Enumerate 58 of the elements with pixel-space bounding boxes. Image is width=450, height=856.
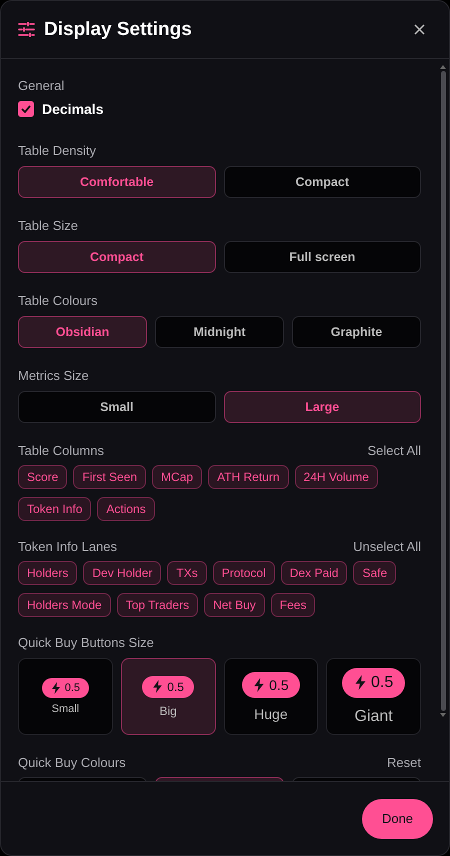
quick-buy-badge: 0.5 (42, 678, 90, 698)
reset-link[interactable]: Reset (387, 755, 421, 770)
column-chip[interactable]: Protocol (212, 561, 275, 585)
column-chip[interactable]: Token Info (18, 497, 92, 521)
section-label: Table Colours (18, 293, 98, 308)
quick-buy-badge: 0.5 (342, 668, 406, 698)
column-chip[interactable]: Dev Holder (83, 561, 162, 585)
sliders-icon (18, 22, 35, 37)
column-chip[interactable]: First Seen (73, 465, 146, 489)
size-option-card[interactable]: 0.5 Huge (224, 658, 318, 735)
section-label: Table Size (18, 218, 79, 233)
section-label: Table Columns (18, 443, 104, 458)
option-button[interactable]: Comfortable (18, 166, 216, 198)
option-button[interactable]: Large (224, 391, 421, 423)
section-label: Quick Buy Colours (18, 755, 126, 770)
check-icon (21, 105, 31, 113)
column-chip[interactable]: Fees (270, 593, 316, 617)
select-toggle-link[interactable]: Select All (368, 443, 421, 458)
option-button[interactable]: Graphite (292, 316, 421, 348)
column-chip[interactable]: Dex Paid (280, 561, 348, 585)
quick-buy-badge: 0.5 (142, 676, 194, 698)
section-label: Token Info Lanes (18, 539, 118, 554)
scroll-up-icon[interactable] (440, 65, 446, 69)
column-chip[interactable]: TXs (167, 561, 207, 585)
column-chip[interactable]: 24H Volume (294, 465, 378, 489)
option-button[interactable]: Compact (18, 241, 216, 273)
option-button[interactable]: Obsidian (18, 316, 147, 348)
option-button[interactable]: Full screen (224, 241, 421, 273)
column-chip[interactable]: Holders Mode (18, 593, 111, 617)
column-chip[interactable]: MCap (152, 465, 202, 489)
dialog-title: Display Settings (44, 18, 193, 40)
lightning-icon (354, 675, 367, 690)
section-label: Quick Buy Buttons Size (18, 635, 155, 650)
select-toggle-link[interactable]: Unselect All (353, 539, 421, 554)
section-label: Table Density (18, 143, 98, 158)
lightning-icon (152, 680, 164, 693)
column-chip[interactable]: Safe (353, 561, 396, 585)
section-label: General (18, 78, 66, 93)
column-chip[interactable]: Actions (97, 497, 155, 521)
column-chip[interactable]: Top Traders (116, 593, 198, 617)
quick-buy-badge: 0.5 (242, 672, 300, 698)
size-option-card[interactable]: 0.5 Big (120, 658, 216, 735)
section-label: Metrics Size (18, 368, 90, 383)
size-option-card[interactable]: 0.5 Giant (326, 658, 421, 735)
column-chip[interactable]: Holders (18, 561, 78, 585)
column-chip[interactable]: Net Buy (204, 593, 265, 617)
lightning-icon (253, 678, 266, 692)
option-button[interactable]: Compact (224, 166, 421, 198)
close-icon (414, 24, 425, 35)
scroll-down-icon[interactable] (440, 713, 446, 717)
column-chip[interactable]: Score (18, 465, 68, 489)
size-option-card[interactable]: 0.5 Small (18, 658, 113, 735)
option-button[interactable]: Midnight (155, 316, 284, 348)
lightning-icon (50, 682, 61, 694)
option-button[interactable]: Small (18, 391, 216, 423)
column-chip[interactable]: ATH Return (208, 465, 289, 489)
done-button[interactable]: Done (362, 798, 433, 838)
decimals-checkbox[interactable]: Decimals (18, 101, 421, 117)
